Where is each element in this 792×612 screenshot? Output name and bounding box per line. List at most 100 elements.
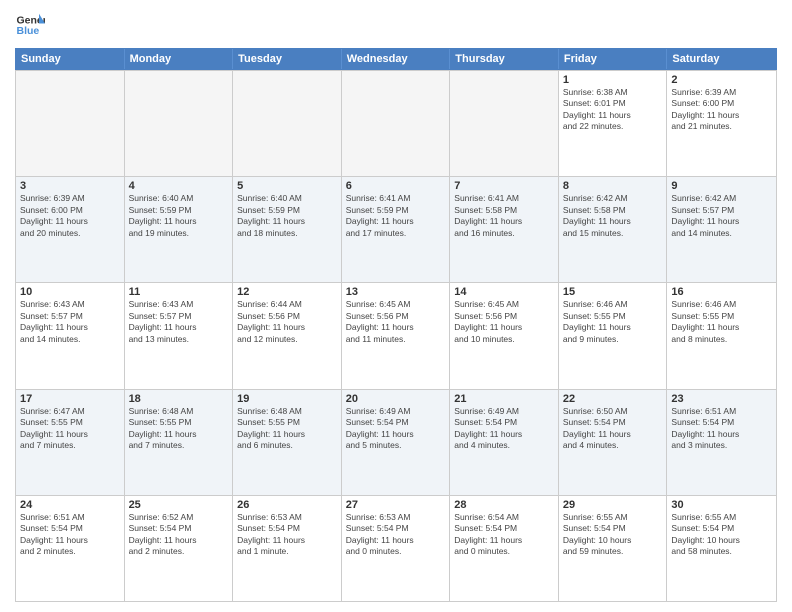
calendar-cell	[342, 71, 451, 176]
day-number: 4	[129, 180, 229, 192]
calendar-row: 10Sunrise: 6:43 AM Sunset: 5:57 PM Dayli…	[16, 282, 776, 388]
weekday-header: Wednesday	[342, 49, 451, 69]
calendar-cell: 21Sunrise: 6:49 AM Sunset: 5:54 PM Dayli…	[450, 390, 559, 495]
day-number: 25	[129, 499, 229, 511]
day-number: 17	[20, 393, 120, 405]
calendar: SundayMondayTuesdayWednesdayThursdayFrid…	[15, 48, 777, 602]
cell-info: Sunrise: 6:45 AM Sunset: 5:56 PM Dayligh…	[454, 299, 554, 345]
cell-info: Sunrise: 6:49 AM Sunset: 5:54 PM Dayligh…	[454, 406, 554, 452]
calendar-cell: 16Sunrise: 6:46 AM Sunset: 5:55 PM Dayli…	[667, 283, 776, 388]
calendar-cell: 23Sunrise: 6:51 AM Sunset: 5:54 PM Dayli…	[667, 390, 776, 495]
cell-info: Sunrise: 6:52 AM Sunset: 5:54 PM Dayligh…	[129, 512, 229, 558]
calendar-cell: 5Sunrise: 6:40 AM Sunset: 5:59 PM Daylig…	[233, 177, 342, 282]
cell-info: Sunrise: 6:43 AM Sunset: 5:57 PM Dayligh…	[20, 299, 120, 345]
cell-info: Sunrise: 6:55 AM Sunset: 5:54 PM Dayligh…	[563, 512, 663, 558]
calendar-cell: 6Sunrise: 6:41 AM Sunset: 5:59 PM Daylig…	[342, 177, 451, 282]
day-number: 19	[237, 393, 337, 405]
cell-info: Sunrise: 6:55 AM Sunset: 5:54 PM Dayligh…	[671, 512, 772, 558]
day-number: 8	[563, 180, 663, 192]
calendar-cell: 12Sunrise: 6:44 AM Sunset: 5:56 PM Dayli…	[233, 283, 342, 388]
day-number: 21	[454, 393, 554, 405]
day-number: 27	[346, 499, 446, 511]
calendar-cell	[125, 71, 234, 176]
day-number: 13	[346, 286, 446, 298]
calendar-cell: 13Sunrise: 6:45 AM Sunset: 5:56 PM Dayli…	[342, 283, 451, 388]
day-number: 28	[454, 499, 554, 511]
weekday-header: Saturday	[667, 49, 776, 69]
logo: General Blue	[15, 10, 45, 40]
cell-info: Sunrise: 6:53 AM Sunset: 5:54 PM Dayligh…	[237, 512, 337, 558]
calendar-cell: 2Sunrise: 6:39 AM Sunset: 6:00 PM Daylig…	[667, 71, 776, 176]
day-number: 15	[563, 286, 663, 298]
cell-info: Sunrise: 6:51 AM Sunset: 5:54 PM Dayligh…	[20, 512, 120, 558]
day-number: 16	[671, 286, 772, 298]
day-number: 5	[237, 180, 337, 192]
calendar-cell: 27Sunrise: 6:53 AM Sunset: 5:54 PM Dayli…	[342, 496, 451, 601]
weekday-header: Sunday	[16, 49, 125, 69]
calendar-cell: 3Sunrise: 6:39 AM Sunset: 6:00 PM Daylig…	[16, 177, 125, 282]
cell-info: Sunrise: 6:43 AM Sunset: 5:57 PM Dayligh…	[129, 299, 229, 345]
calendar-cell: 4Sunrise: 6:40 AM Sunset: 5:59 PM Daylig…	[125, 177, 234, 282]
cell-info: Sunrise: 6:47 AM Sunset: 5:55 PM Dayligh…	[20, 406, 120, 452]
logo-icon: General Blue	[15, 10, 45, 40]
day-number: 6	[346, 180, 446, 192]
day-number: 3	[20, 180, 120, 192]
calendar-cell: 29Sunrise: 6:55 AM Sunset: 5:54 PM Dayli…	[559, 496, 668, 601]
day-number: 14	[454, 286, 554, 298]
calendar-header: SundayMondayTuesdayWednesdayThursdayFrid…	[15, 48, 777, 70]
day-number: 11	[129, 286, 229, 298]
day-number: 7	[454, 180, 554, 192]
weekday-header: Tuesday	[233, 49, 342, 69]
day-number: 18	[129, 393, 229, 405]
calendar-row: 24Sunrise: 6:51 AM Sunset: 5:54 PM Dayli…	[16, 495, 776, 601]
calendar-cell: 15Sunrise: 6:46 AM Sunset: 5:55 PM Dayli…	[559, 283, 668, 388]
svg-text:Blue: Blue	[17, 25, 40, 37]
calendar-cell: 11Sunrise: 6:43 AM Sunset: 5:57 PM Dayli…	[125, 283, 234, 388]
calendar-cell: 25Sunrise: 6:52 AM Sunset: 5:54 PM Dayli…	[125, 496, 234, 601]
day-number: 22	[563, 393, 663, 405]
cell-info: Sunrise: 6:42 AM Sunset: 5:58 PM Dayligh…	[563, 193, 663, 239]
calendar-cell: 10Sunrise: 6:43 AM Sunset: 5:57 PM Dayli…	[16, 283, 125, 388]
calendar-row: 3Sunrise: 6:39 AM Sunset: 6:00 PM Daylig…	[16, 176, 776, 282]
cell-info: Sunrise: 6:54 AM Sunset: 5:54 PM Dayligh…	[454, 512, 554, 558]
day-number: 20	[346, 393, 446, 405]
calendar-body: 1Sunrise: 6:38 AM Sunset: 6:01 PM Daylig…	[15, 70, 777, 602]
calendar-cell: 28Sunrise: 6:54 AM Sunset: 5:54 PM Dayli…	[450, 496, 559, 601]
calendar-cell: 1Sunrise: 6:38 AM Sunset: 6:01 PM Daylig…	[559, 71, 668, 176]
cell-info: Sunrise: 6:41 AM Sunset: 5:58 PM Dayligh…	[454, 193, 554, 239]
weekday-header: Monday	[125, 49, 234, 69]
calendar-cell: 18Sunrise: 6:48 AM Sunset: 5:55 PM Dayli…	[125, 390, 234, 495]
cell-info: Sunrise: 6:51 AM Sunset: 5:54 PM Dayligh…	[671, 406, 772, 452]
cell-info: Sunrise: 6:50 AM Sunset: 5:54 PM Dayligh…	[563, 406, 663, 452]
day-number: 30	[671, 499, 772, 511]
cell-info: Sunrise: 6:39 AM Sunset: 6:00 PM Dayligh…	[671, 87, 772, 133]
cell-info: Sunrise: 6:40 AM Sunset: 5:59 PM Dayligh…	[129, 193, 229, 239]
cell-info: Sunrise: 6:41 AM Sunset: 5:59 PM Dayligh…	[346, 193, 446, 239]
cell-info: Sunrise: 6:45 AM Sunset: 5:56 PM Dayligh…	[346, 299, 446, 345]
day-number: 10	[20, 286, 120, 298]
calendar-cell: 24Sunrise: 6:51 AM Sunset: 5:54 PM Dayli…	[16, 496, 125, 601]
calendar-cell	[450, 71, 559, 176]
calendar-cell	[16, 71, 125, 176]
day-number: 24	[20, 499, 120, 511]
day-number: 2	[671, 74, 772, 86]
calendar-cell: 30Sunrise: 6:55 AM Sunset: 5:54 PM Dayli…	[667, 496, 776, 601]
cell-info: Sunrise: 6:44 AM Sunset: 5:56 PM Dayligh…	[237, 299, 337, 345]
cell-info: Sunrise: 6:40 AM Sunset: 5:59 PM Dayligh…	[237, 193, 337, 239]
day-number: 1	[563, 74, 663, 86]
calendar-cell: 26Sunrise: 6:53 AM Sunset: 5:54 PM Dayli…	[233, 496, 342, 601]
calendar-cell: 19Sunrise: 6:48 AM Sunset: 5:55 PM Dayli…	[233, 390, 342, 495]
day-number: 29	[563, 499, 663, 511]
cell-info: Sunrise: 6:53 AM Sunset: 5:54 PM Dayligh…	[346, 512, 446, 558]
calendar-row: 1Sunrise: 6:38 AM Sunset: 6:01 PM Daylig…	[16, 70, 776, 176]
cell-info: Sunrise: 6:39 AM Sunset: 6:00 PM Dayligh…	[20, 193, 120, 239]
cell-info: Sunrise: 6:38 AM Sunset: 6:01 PM Dayligh…	[563, 87, 663, 133]
header: General Blue	[15, 10, 777, 40]
weekday-header: Thursday	[450, 49, 559, 69]
day-number: 26	[237, 499, 337, 511]
calendar-cell: 7Sunrise: 6:41 AM Sunset: 5:58 PM Daylig…	[450, 177, 559, 282]
cell-info: Sunrise: 6:46 AM Sunset: 5:55 PM Dayligh…	[563, 299, 663, 345]
cell-info: Sunrise: 6:46 AM Sunset: 5:55 PM Dayligh…	[671, 299, 772, 345]
page: General Blue SundayMondayTuesdayWednesda…	[0, 0, 792, 612]
weekday-header: Friday	[559, 49, 668, 69]
